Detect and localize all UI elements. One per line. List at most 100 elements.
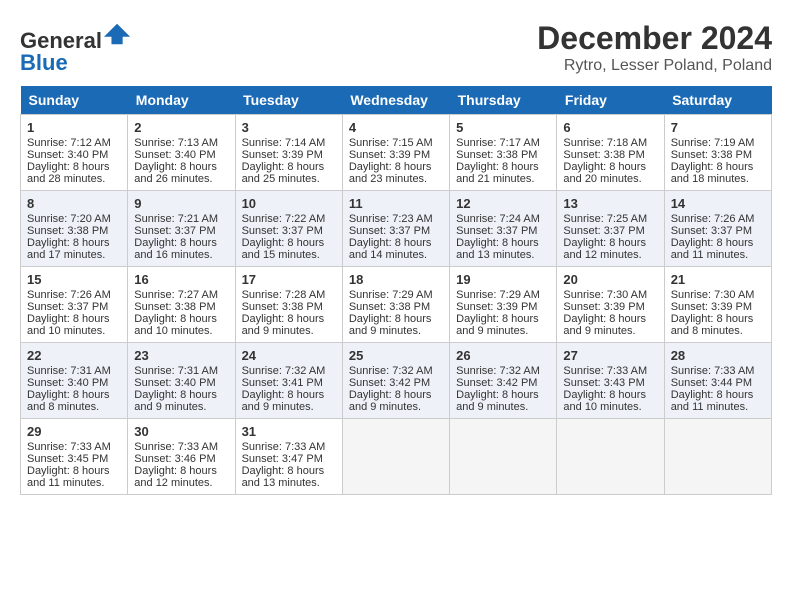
calendar-cell: [557, 419, 664, 495]
calendar-header-row: SundayMondayTuesdayWednesdayThursdayFrid…: [21, 86, 772, 115]
sunset-label: Sunset: 3:40 PM: [27, 377, 108, 389]
calendar-cell: 23Sunrise: 7:31 AMSunset: 3:40 PMDayligh…: [128, 343, 235, 419]
daylight-label: Daylight: 8 hours and 13 minutes.: [456, 237, 539, 261]
calendar-week-5: 29Sunrise: 7:33 AMSunset: 3:45 PMDayligh…: [21, 419, 772, 495]
calendar-cell: 21Sunrise: 7:30 AMSunset: 3:39 PMDayligh…: [664, 267, 771, 343]
day-number: 11: [349, 196, 443, 211]
calendar-cell: 14Sunrise: 7:26 AMSunset: 3:37 PMDayligh…: [664, 191, 771, 267]
daylight-label: Daylight: 8 hours and 14 minutes.: [349, 237, 432, 261]
header-sunday: Sunday: [21, 86, 128, 115]
daylight-label: Daylight: 8 hours and 9 minutes.: [242, 389, 325, 413]
calendar-cell: 4Sunrise: 7:15 AMSunset: 3:39 PMDaylight…: [342, 115, 449, 191]
day-number: 6: [563, 120, 657, 135]
calendar-cell: 29Sunrise: 7:33 AMSunset: 3:45 PMDayligh…: [21, 419, 128, 495]
sunset-label: Sunset: 3:42 PM: [456, 377, 537, 389]
day-number: 1: [27, 120, 121, 135]
month-title: December 2024: [537, 20, 772, 57]
sunset-label: Sunset: 3:38 PM: [134, 301, 215, 313]
daylight-label: Daylight: 8 hours and 20 minutes.: [563, 161, 646, 185]
day-number: 29: [27, 424, 121, 439]
sunrise-label: Sunrise: 7:31 AM: [134, 365, 218, 377]
daylight-label: Daylight: 8 hours and 28 minutes.: [27, 161, 110, 185]
day-number: 19: [456, 272, 550, 287]
sunrise-label: Sunrise: 7:12 AM: [27, 137, 111, 149]
daylight-label: Daylight: 8 hours and 15 minutes.: [242, 237, 325, 261]
header-thursday: Thursday: [450, 86, 557, 115]
day-number: 22: [27, 348, 121, 363]
sunrise-label: Sunrise: 7:29 AM: [456, 289, 540, 301]
daylight-label: Daylight: 8 hours and 9 minutes.: [456, 313, 539, 337]
calendar-cell: 11Sunrise: 7:23 AMSunset: 3:37 PMDayligh…: [342, 191, 449, 267]
sunset-label: Sunset: 3:38 PM: [671, 149, 752, 161]
calendar-cell: [664, 419, 771, 495]
sunset-label: Sunset: 3:39 PM: [563, 301, 644, 313]
day-number: 4: [349, 120, 443, 135]
day-number: 31: [242, 424, 336, 439]
calendar-week-2: 8Sunrise: 7:20 AMSunset: 3:38 PMDaylight…: [21, 191, 772, 267]
location-title: Rytro, Lesser Poland, Poland: [537, 57, 772, 75]
header-wednesday: Wednesday: [342, 86, 449, 115]
sunrise-label: Sunrise: 7:19 AM: [671, 137, 755, 149]
calendar-cell: 2Sunrise: 7:13 AMSunset: 3:40 PMDaylight…: [128, 115, 235, 191]
sunrise-label: Sunrise: 7:33 AM: [134, 441, 218, 453]
calendar-cell: 26 Sunrise: 7:32 AMSunset: 3:42 PMDayligh…: [450, 343, 557, 419]
calendar-week-3: 15Sunrise: 7:26 AMSunset: 3:37 PMDayligh…: [21, 267, 772, 343]
sunrise-label: Sunrise: 7:33 AM: [27, 441, 111, 453]
sunset-label: Sunset: 3:38 PM: [349, 301, 430, 313]
daylight-label: Daylight: 8 hours and 9 minutes.: [456, 389, 539, 413]
day-number: 20: [563, 272, 657, 287]
sunset-label: Sunset: 3:41 PM: [242, 377, 323, 389]
calendar-cell: 17Sunrise: 7:28 AMSunset: 3:38 PMDayligh…: [235, 267, 342, 343]
day-number: 17: [242, 272, 336, 287]
daylight-label: Daylight: 8 hours and 10 minutes.: [27, 313, 110, 337]
sunset-label: Sunset: 3:38 PM: [456, 149, 537, 161]
daylight-label: Daylight: 8 hours and 9 minutes.: [349, 389, 432, 413]
daylight-label: Daylight: 8 hours and 21 minutes.: [456, 161, 539, 185]
sunset-label: Sunset: 3:37 PM: [563, 225, 644, 237]
header-saturday: Saturday: [664, 86, 771, 115]
title-area: December 2024 Rytro, Lesser Poland, Pola…: [537, 20, 772, 75]
daylight-label: Daylight: 8 hours and 18 minutes.: [671, 161, 754, 185]
calendar-cell: 8Sunrise: 7:20 AMSunset: 3:38 PMDaylight…: [21, 191, 128, 267]
day-number: 24: [242, 348, 336, 363]
day-number: 21: [671, 272, 765, 287]
day-number: 27: [563, 348, 657, 363]
day-number: 5: [456, 120, 550, 135]
day-number: 26: [456, 348, 550, 363]
sunrise-label: Sunrise: 7:28 AM: [242, 289, 326, 301]
calendar-cell: 20 Sunrise: 7:30 AMSunset: 3:39 PMDayligh…: [557, 267, 664, 343]
day-number: 3: [242, 120, 336, 135]
sunset-label: Sunset: 3:37 PM: [671, 225, 752, 237]
daylight-label: Daylight: 8 hours and 11 minutes.: [27, 465, 110, 489]
day-number: 23: [134, 348, 228, 363]
daylight-label: Daylight: 8 hours and 9 minutes.: [563, 313, 646, 337]
sunrise-label: Sunrise: 7:30 AM: [563, 289, 647, 301]
sunrise-label: Sunrise: 7:29 AM: [349, 289, 433, 301]
sunrise-label: Sunrise: 7:32 AM: [456, 365, 540, 377]
page-header: General Blue December 2024 Rytro, Lesser…: [20, 20, 772, 76]
calendar-cell: 13Sunrise: 7:25 AMSunset: 3:37 PMDayligh…: [557, 191, 664, 267]
sunrise-label: Sunrise: 7:33 AM: [242, 441, 326, 453]
calendar-cell: 16Sunrise: 7:27 AMSunset: 3:38 PMDayligh…: [128, 267, 235, 343]
daylight-label: Daylight: 8 hours and 8 minutes.: [671, 313, 754, 337]
sunrise-label: Sunrise: 7:22 AM: [242, 213, 326, 225]
calendar-cell: [450, 419, 557, 495]
day-number: 9: [134, 196, 228, 211]
day-number: 15: [27, 272, 121, 287]
sunset-label: Sunset: 3:40 PM: [134, 377, 215, 389]
sunrise-label: Sunrise: 7:33 AM: [671, 365, 755, 377]
calendar-cell: 18Sunrise: 7:29 AMSunset: 3:38 PMDayligh…: [342, 267, 449, 343]
daylight-label: Daylight: 8 hours and 16 minutes.: [134, 237, 217, 261]
sunset-label: Sunset: 3:37 PM: [456, 225, 537, 237]
sunset-label: Sunset: 3:43 PM: [563, 377, 644, 389]
sunrise-label: Sunrise: 7:23 AM: [349, 213, 433, 225]
sunrise-label: Sunrise: 7:14 AM: [242, 137, 326, 149]
daylight-label: Daylight: 8 hours and 8 minutes.: [27, 389, 110, 413]
sunset-label: Sunset: 3:39 PM: [456, 301, 537, 313]
day-number: 25: [349, 348, 443, 363]
calendar-cell: 3Sunrise: 7:14 AMSunset: 3:39 PMDaylight…: [235, 115, 342, 191]
daylight-label: Daylight: 8 hours and 12 minutes.: [563, 237, 646, 261]
sunset-label: Sunset: 3:39 PM: [671, 301, 752, 313]
sunset-label: Sunset: 3:44 PM: [671, 377, 752, 389]
daylight-label: Daylight: 8 hours and 13 minutes.: [242, 465, 325, 489]
